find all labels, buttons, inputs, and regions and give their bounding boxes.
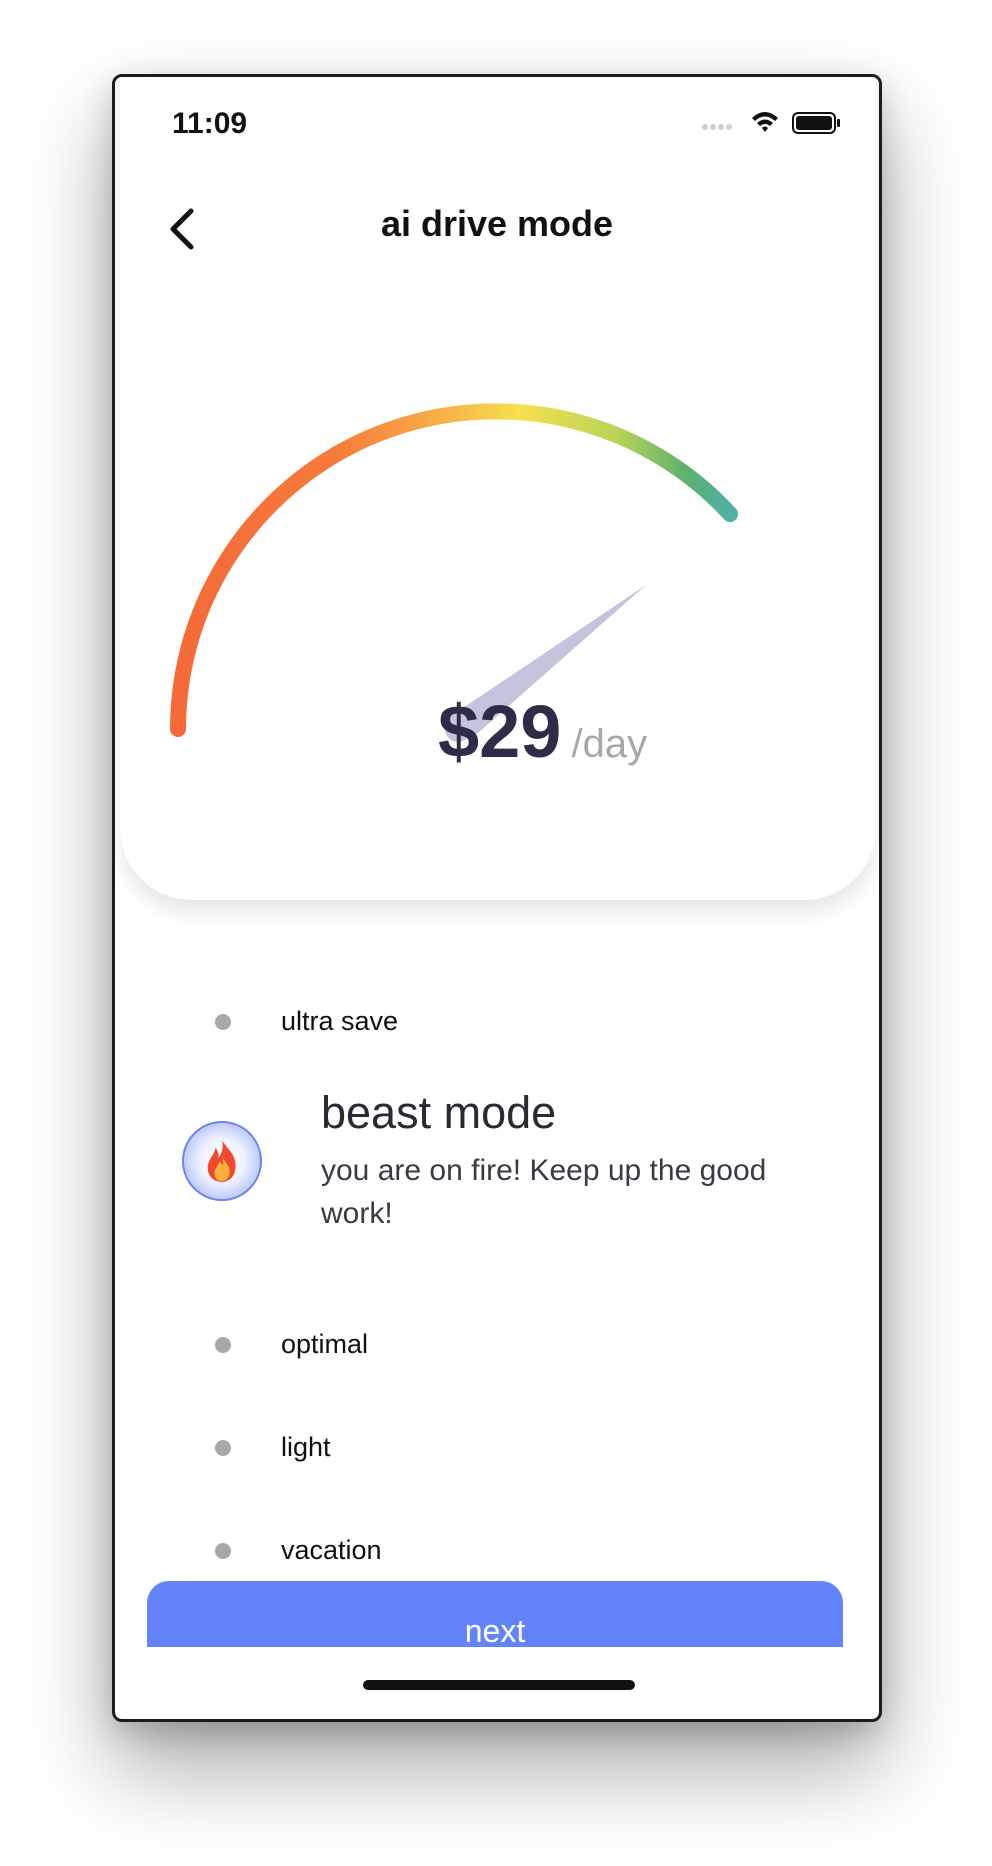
mode-label: optimal	[281, 1329, 369, 1359]
mode-option-beast-mode[interactable]: beast mode you are on fire! Keep up the …	[115, 1087, 879, 1277]
daily-price: $29 /day	[438, 689, 648, 773]
mode-option-light[interactable]: light	[115, 1418, 879, 1478]
mode-option-ultra-save[interactable]: ultra save	[115, 992, 879, 1052]
gauge-arc	[170, 403, 738, 737]
active-mode-badge	[182, 1121, 262, 1201]
mode-dot	[215, 1543, 231, 1559]
active-mode-title: beast mode	[321, 1087, 557, 1138]
mode-option-optimal[interactable]: optimal	[115, 1315, 879, 1375]
mode-dot	[215, 1014, 231, 1030]
price-value: $29	[438, 690, 562, 773]
gauge-card: $29 /day	[120, 77, 876, 900]
status-icons	[702, 112, 840, 134]
mode-label: ultra save	[281, 1006, 399, 1036]
mode-label: light	[281, 1432, 331, 1462]
next-button[interactable]: next	[147, 1581, 843, 1647]
page-title: ai drive mode	[380, 203, 614, 244]
mode-label: vacation	[281, 1535, 382, 1565]
mode-option-vacation[interactable]: vacation	[115, 1521, 879, 1581]
next-button-label: next	[464, 1613, 526, 1647]
fire-icon	[207, 1140, 236, 1182]
signal-dots-icon	[702, 124, 732, 130]
mode-dot	[215, 1337, 231, 1353]
home-indicator	[363, 1680, 635, 1690]
wifi-icon	[752, 112, 778, 132]
status-time: 11:09	[172, 107, 248, 140]
battery-icon	[792, 112, 840, 134]
price-unit: /day	[571, 722, 648, 766]
mode-dot	[215, 1440, 231, 1456]
phone-frame: $29 /day 11:09 ai drive mode ultra save	[112, 74, 882, 1722]
active-mode-description: you are on fire! Keep up the good work!	[321, 1154, 767, 1230]
